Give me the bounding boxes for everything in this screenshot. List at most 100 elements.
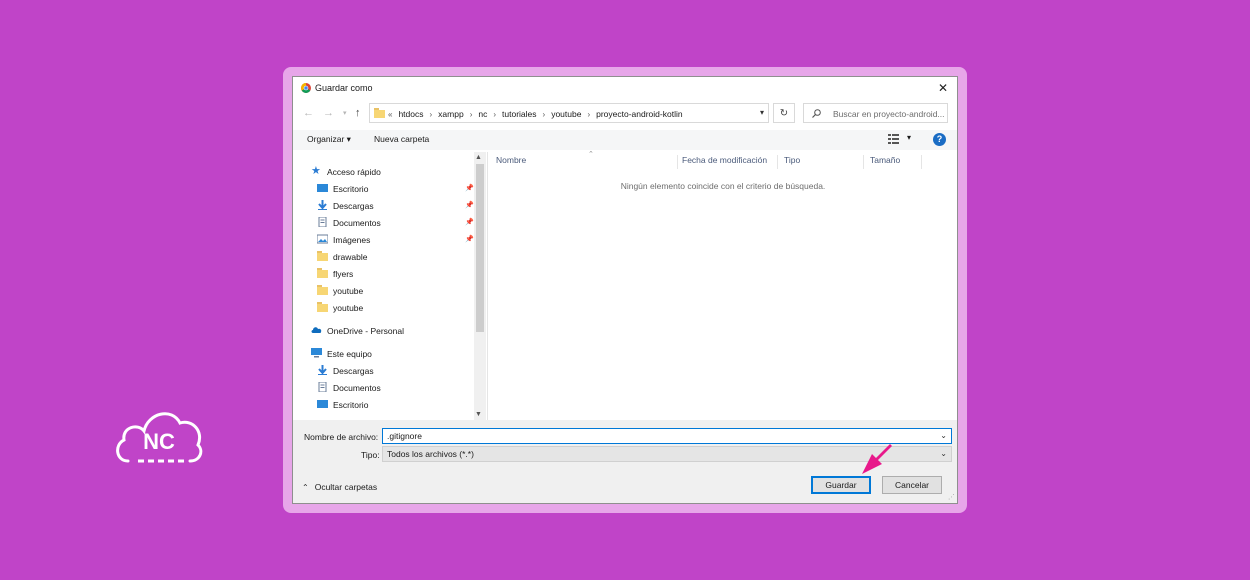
- filename-value: .gitignore: [387, 431, 422, 441]
- breadcrumb-separator[interactable]: ›: [493, 110, 496, 119]
- new-folder-button[interactable]: Nueva carpeta: [374, 134, 429, 144]
- breadcrumb-overflow[interactable]: «: [388, 110, 392, 119]
- sidebar-item-label: Descargas: [333, 201, 374, 211]
- pin-icon: 📌: [465, 236, 474, 243]
- title-bar[interactable]: Guardar como ✕: [293, 77, 957, 99]
- sidebar-item-label: Documentos: [333, 218, 381, 228]
- save-button[interactable]: Guardar: [811, 476, 871, 494]
- sidebar-item-label: Escritorio: [333, 400, 369, 410]
- organize-button[interactable]: Organizar ▾: [307, 134, 351, 145]
- breadcrumb: « htdocs › xampp › nc › tutoriales › youtube › proy…: [388, 109, 683, 119]
- sidebar-item-label: Acceso rápido: [327, 167, 381, 177]
- sidebar-item-label: Escritorio: [333, 184, 369, 194]
- close-button[interactable]: ✕: [931, 77, 955, 99]
- breadcrumb-item[interactable]: youtube: [551, 109, 581, 119]
- breadcrumb-item[interactable]: proyecto-android-kotlin: [596, 109, 682, 119]
- star-icon: ★: [311, 165, 321, 177]
- filename-label: Nombre de archivo:: [304, 432, 379, 442]
- address-dropdown-icon[interactable]: ▾: [760, 108, 764, 117]
- sort-ascending-icon: ⌃: [588, 151, 594, 158]
- folder-icon: [317, 268, 328, 278]
- desktop-icon: [317, 184, 328, 192]
- folder-icon: [317, 251, 328, 261]
- breadcrumb-separator[interactable]: ›: [587, 110, 590, 119]
- view-dropdown-icon[interactable]: ▾: [907, 133, 911, 142]
- sidebar-item-label: Descargas: [333, 366, 374, 376]
- sidebar-item-label: flyers: [333, 269, 354, 279]
- scroll-down-icon[interactable]: ▼: [475, 411, 482, 418]
- sidebar-item-documentos[interactable]: Documentos 📌: [317, 216, 477, 231]
- view-options-icon[interactable]: [888, 134, 899, 144]
- cancel-button[interactable]: Cancelar: [882, 476, 942, 494]
- resize-grip-icon[interactable]: ⋰: [948, 493, 955, 501]
- column-header-date[interactable]: Fecha de modificación: [676, 155, 778, 169]
- file-list: ⌃ Nombre Fecha de modificación Tipo Tama…: [487, 151, 958, 420]
- pin-icon: 📌: [465, 219, 474, 226]
- recent-locations-icon[interactable]: ▾: [343, 109, 347, 117]
- command-bar: Organizar ▾ Nueva carpeta ▾ ?: [293, 130, 957, 150]
- address-bar[interactable]: « htdocs › xampp › nc › tutoriales › youtube › proy…: [369, 103, 769, 123]
- sidebar-item-escritorio[interactable]: Escritorio 📌: [317, 182, 477, 197]
- file-type-label: Tipo:: [361, 450, 380, 460]
- column-header-type[interactable]: Tipo: [778, 155, 864, 169]
- file-type-value: Todos los archivos (*.*): [387, 449, 474, 459]
- breadcrumb-item[interactable]: nc: [478, 109, 487, 119]
- breadcrumb-item[interactable]: xampp: [438, 109, 464, 119]
- column-header-label: Tamaño: [870, 155, 901, 165]
- sidebar-item-imagenes[interactable]: Imágenes 📌: [317, 233, 477, 248]
- computer-icon: [311, 348, 322, 358]
- empty-state-message: Ningún elemento coincide con el criterio…: [620, 181, 826, 191]
- column-header-size[interactable]: Tamaño: [864, 155, 922, 169]
- breadcrumb-item[interactable]: tutoriales: [502, 109, 537, 119]
- hide-folders-label: Ocultar carpetas: [314, 482, 378, 492]
- breadcrumb-separator[interactable]: ›: [543, 110, 546, 119]
- hide-folders-toggle[interactable]: ⌃ Ocultar carpetas: [302, 482, 377, 492]
- download-icon: [318, 365, 327, 375]
- navigation-pane: ★ Acceso rápido Escritorio 📌 Descargas 📌…: [293, 152, 487, 420]
- chevron-up-icon: ⌃: [302, 483, 309, 492]
- breadcrumb-separator[interactable]: ›: [470, 110, 473, 119]
- folder-icon: [374, 108, 385, 118]
- scrollbar-thumb[interactable]: [476, 164, 484, 332]
- navigation-row: ← → ▾ ↑ « htdocs › xampp › nc › tutoriales › yout…: [293, 103, 957, 125]
- column-header-label: Tipo: [784, 155, 801, 165]
- pin-icon: 📌: [465, 185, 474, 192]
- help-icon[interactable]: ?: [933, 133, 946, 146]
- breadcrumb-item[interactable]: htdocs: [398, 109, 423, 119]
- chrome-icon: [301, 83, 311, 93]
- breadcrumb-separator[interactable]: ›: [430, 110, 433, 119]
- search-input[interactable]: Buscar en proyecto-android...: [803, 103, 948, 123]
- back-arrow-icon[interactable]: ←: [303, 107, 314, 119]
- sidebar-item-label: Documentos: [333, 383, 381, 393]
- sidebar-item-label: drawable: [333, 252, 368, 262]
- sidebar-item-label: youtube: [333, 303, 364, 313]
- column-header-name[interactable]: ⌃ Nombre: [490, 151, 678, 169]
- column-header-label: Nombre: [496, 155, 527, 165]
- column-header-label: Fecha de modificación: [682, 155, 768, 165]
- nc-logo-text: NC: [143, 429, 175, 454]
- documents-icon: [318, 217, 327, 227]
- refresh-button[interactable]: ↻: [773, 103, 795, 123]
- pin-icon: 📌: [465, 202, 474, 209]
- documents-icon: [318, 382, 327, 392]
- sidebar-item-label: youtube: [333, 286, 364, 296]
- pictures-icon: [317, 234, 328, 244]
- download-icon: [318, 200, 327, 210]
- onedrive-cloud-icon: [311, 327, 322, 333]
- desktop-icon: [317, 400, 328, 408]
- forward-arrow-icon[interactable]: →: [323, 107, 334, 119]
- dialog-title: Guardar como: [315, 83, 373, 93]
- sidebar-item-descargas[interactable]: Descargas 📌: [317, 199, 477, 214]
- search-placeholder: Buscar en proyecto-android...: [833, 109, 945, 119]
- nc-cloud-logo: NC: [116, 412, 203, 463]
- folder-icon: [317, 285, 328, 295]
- file-type-dropdown-icon[interactable]: ⌄: [940, 449, 947, 458]
- sidebar-item-label: Imágenes: [333, 235, 371, 245]
- up-arrow-icon[interactable]: ↑: [355, 107, 361, 119]
- pointer-arrow-icon: [862, 444, 892, 474]
- filename-dropdown-icon[interactable]: ⌄: [940, 431, 947, 440]
- refresh-icon: ↻: [779, 108, 789, 119]
- folder-icon: [317, 302, 328, 312]
- scroll-up-icon[interactable]: ▲: [475, 154, 482, 161]
- navigation-scrollbar[interactable]: ▲ ▼: [474, 152, 486, 420]
